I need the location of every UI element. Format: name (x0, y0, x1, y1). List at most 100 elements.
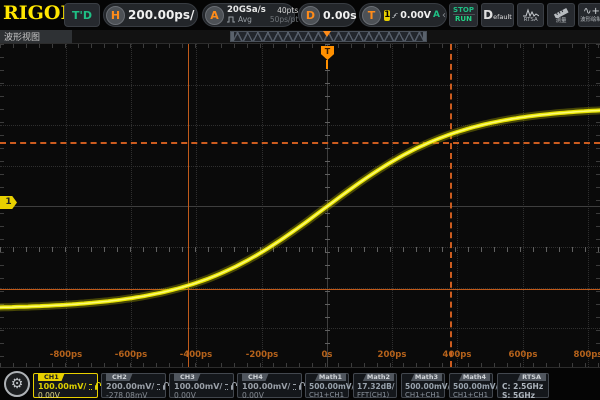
math-expression: CH1+CH1 (405, 391, 444, 399)
axis-tick-label: -200ps (246, 350, 278, 360)
ch1-waveform (0, 44, 600, 368)
timebase-value: 200.00ps/ (128, 8, 194, 22)
trigger-marker-stem (326, 60, 328, 69)
waveform-display-area[interactable]: T 1 -800ps-600ps-400ps-200ps0s200ps400ps… (0, 43, 600, 368)
acquisition-control[interactable]: A 20GSa/s Avg 40pts 50ps/pt (202, 3, 295, 27)
dc-coupling-icon (89, 384, 91, 390)
math-scale: 500.00mV/ (309, 382, 348, 391)
spectrum-icon (523, 8, 539, 17)
trigger-sweep-mode: A (433, 10, 440, 20)
axis-tick-label: 800ps (574, 350, 600, 360)
delay-value: 0.00s (323, 9, 357, 22)
trigger-level: 0.00V (400, 10, 431, 21)
rtsa-status-box[interactable]: RTSA C: 2.5GHz S: 5GHz (497, 373, 549, 398)
stop-label: STOP (453, 6, 475, 15)
default-label-small: efault (493, 13, 512, 21)
rtsa-button[interactable]: RTSA (517, 3, 544, 27)
trigger-slope-icon (392, 10, 398, 21)
sample-rate: 20GSa/s (227, 6, 266, 15)
default-label-big: D (483, 8, 493, 22)
rtsa-span: S: 5GHz (502, 391, 548, 400)
measure-button-label: 测量 (556, 18, 567, 23)
math-box-math3[interactable]: Math3 500.00mV/ CH1+CH1 (401, 373, 445, 398)
rtsa-button-label: RTSA (524, 17, 538, 22)
channel-tab: CH1 (38, 373, 65, 381)
scrollbar-right-cap (423, 32, 426, 41)
h-knob-icon[interactable]: H (106, 6, 125, 25)
lock-icon (299, 385, 301, 390)
math-tab: Math1 (315, 373, 346, 381)
stop-run-button[interactable]: STOP RUN (449, 3, 478, 27)
waveform-draw-button[interactable]: ∿+ 波形绘制 (578, 3, 600, 27)
ruler-icon (553, 7, 569, 18)
math-scale: 500.00mV/ (453, 382, 492, 391)
run-label: RUN (455, 15, 472, 24)
avg-mode-icon (227, 16, 236, 23)
a-knob-icon[interactable]: A (205, 6, 224, 25)
math-expression: CH1+CH1 (309, 391, 348, 399)
waveform-view-tab[interactable]: 波形视图 (0, 30, 72, 43)
math-tab: Math3 (411, 373, 442, 381)
memory-depth: 40pts (270, 6, 298, 15)
math-box-math2[interactable]: Math2 17.32dB/ FFT(CH1) (353, 373, 397, 398)
trigger-status-badge: T'D (64, 3, 100, 27)
channel-box-ch1[interactable]: CH1 100.00mV/ 0.00V (33, 373, 98, 398)
horizontal-timebase-control[interactable]: H 200.00ps/ (103, 3, 198, 27)
rtsa-center-freq: C: 2.5GHz (502, 382, 548, 391)
oscilloscope-screen: RIGOL T'D H 200.00ps/ A 20GSa/s Avg 40pt… (0, 0, 600, 400)
delay-control[interactable]: D 0.00s (298, 3, 356, 27)
channel-box-ch4[interactable]: CH4 100.00mV/ 0.00V (237, 373, 302, 398)
channel-tab: CH4 (242, 373, 269, 381)
trigger-control[interactable]: T 1 0.00V A ‹ (359, 3, 447, 27)
channel-scale: 100.00mV/ (38, 382, 86, 391)
axis-tick-label: 200ps (378, 350, 407, 360)
channel-scale: 200.00mV/ (106, 382, 154, 391)
collapse-arrow-icon[interactable]: ‹ (442, 10, 446, 21)
scrollbar-left-cap (231, 32, 234, 41)
axis-tick-label: -400ps (180, 350, 212, 360)
axis-tick-label: -800ps (50, 350, 82, 360)
acq-mode: Avg (238, 15, 252, 24)
axis-tick-label: -600ps (115, 350, 147, 360)
rtsa-box-tab: RTSA (517, 373, 546, 381)
channel-box-ch2[interactable]: CH2 200.00mV/ -278.08mV (101, 373, 166, 398)
trigger-source-badge: 1 (384, 10, 390, 21)
axis-tick-label: 400ps (443, 350, 472, 360)
channel-offset: -278.08mV (106, 391, 165, 400)
math-scale: 500.00mV/ (405, 382, 444, 391)
draw-button-label: 波形绘制 (581, 17, 600, 22)
d-knob-icon[interactable]: D (301, 6, 320, 25)
view-tab-row: 波形视图 (0, 30, 600, 43)
channel-offset: 0.00V (242, 391, 301, 400)
top-toolbar: RIGOL T'D H 200.00ps/ A 20GSa/s Avg 40pt… (0, 0, 600, 30)
lock-icon (163, 385, 165, 390)
dc-coupling-icon (157, 384, 159, 390)
dc-coupling-icon (225, 384, 227, 390)
channel-scale: 100.00mV/ (242, 382, 290, 391)
dc-coupling-icon (293, 384, 295, 390)
channel-tab: CH2 (106, 373, 133, 381)
math-expression: FFT(CH1) (357, 391, 396, 399)
channel-offset: 0.00V (38, 391, 97, 400)
channel-offset: 0.00V (174, 391, 233, 400)
t-knob-icon[interactable]: T (362, 6, 381, 25)
lock-icon (231, 385, 233, 390)
lock-icon (95, 385, 97, 390)
math-scale: 17.32dB/ (357, 382, 396, 391)
math-tab: Math4 (459, 373, 490, 381)
scrollbar-trigger-pointer-icon[interactable] (323, 31, 331, 37)
math-box-math4[interactable]: Math4 500.00mV/ CH1+CH1 (449, 373, 493, 398)
resolution: 50ps/pt (270, 15, 298, 24)
math-expression: CH1+CH1 (453, 391, 492, 399)
channel-scale: 100.00mV/ (174, 382, 222, 391)
bottom-status-bar: ⚙ CH1 100.00mV/ 0.00V CH2 200.00mV/ -278… (0, 368, 600, 400)
channel-box-ch3[interactable]: CH3 100.00mV/ 0.00V (169, 373, 234, 398)
default-button[interactable]: Default (481, 3, 514, 27)
channel-tab: CH3 (174, 373, 201, 381)
axis-tick-label: 600ps (509, 350, 538, 360)
gear-icon[interactable]: ⚙ (4, 371, 30, 397)
axis-tick-label: 0s (322, 350, 333, 360)
math-tab: Math2 (363, 373, 394, 381)
measure-button[interactable]: 测量 (547, 3, 575, 27)
math-box-math1[interactable]: Math1 500.00mV/ CH1+CH1 (305, 373, 349, 398)
